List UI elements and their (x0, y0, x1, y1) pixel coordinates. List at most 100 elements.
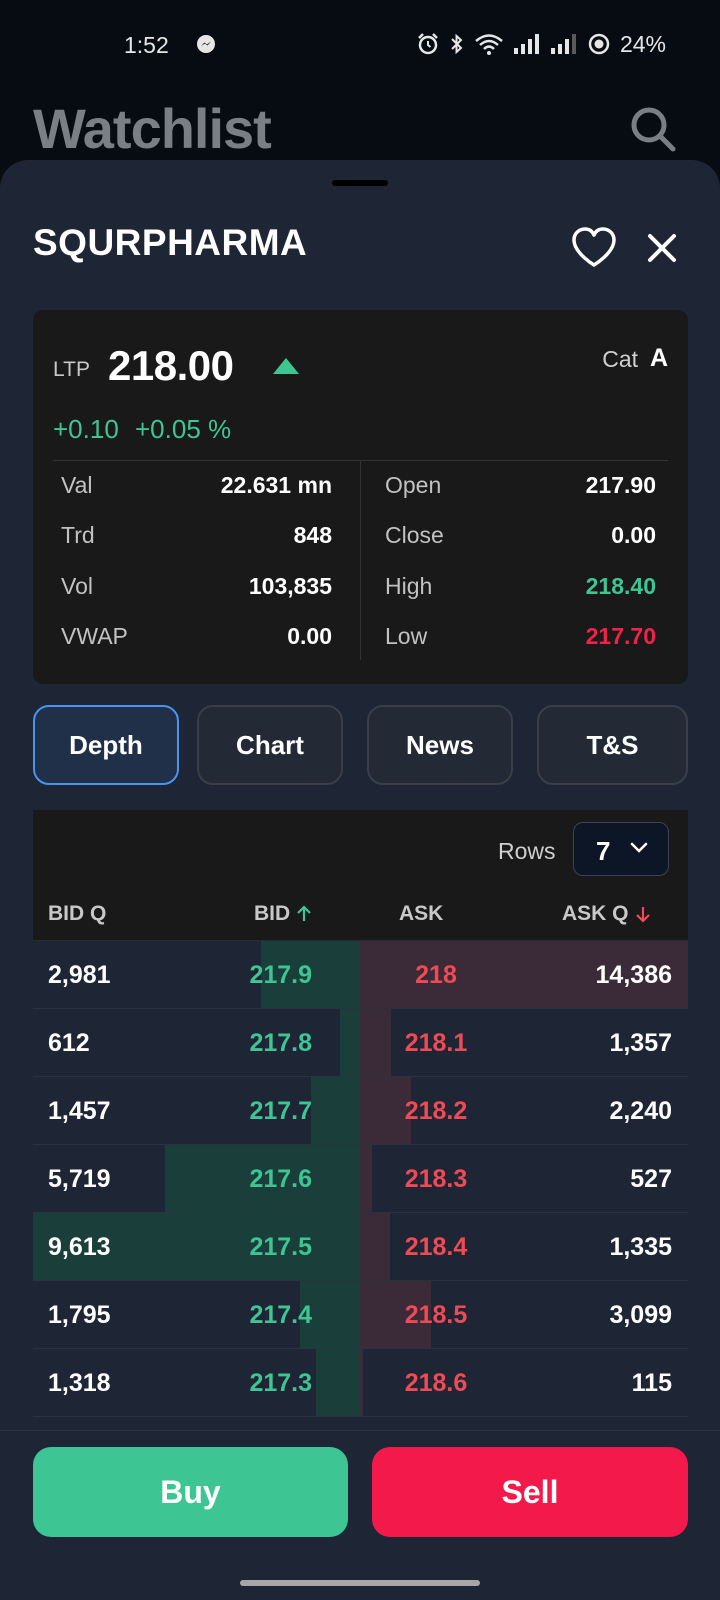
ask-price: 218.1 (404, 1029, 468, 1057)
ask-price: 218.4 (404, 1233, 468, 1261)
stat-trd: Trd 848 (61, 520, 332, 550)
header-ask-q[interactable]: ASK Q (562, 902, 651, 926)
stat-value: 103,835 (248, 572, 332, 599)
bid-price: 217.9 (249, 961, 312, 989)
stat-open: Open 217.90 (385, 470, 656, 500)
bid-price: 217.6 (249, 1165, 312, 1193)
ask-quantity: 14,386 (595, 961, 672, 989)
bid-quantity: 1,457 (48, 1097, 111, 1125)
depth-row[interactable]: 1,457 217.7 218.2 2,240 (33, 1077, 688, 1145)
heart-icon[interactable] (571, 226, 617, 270)
stat-value: 218.40 (585, 572, 656, 599)
bid-depth-bar (311, 1077, 361, 1144)
ask-price: 218.6 (404, 1369, 468, 1397)
divider (0, 1430, 720, 1431)
ask-price: 218.2 (404, 1097, 468, 1125)
stat-label: Trd (61, 521, 95, 548)
bid-quantity: 612 (48, 1029, 90, 1057)
stat-high: High 218.40 (385, 571, 656, 601)
ask-price: 218.5 (404, 1301, 468, 1329)
depth-row[interactable]: 612 217.8 218.1 1,357 (33, 1009, 688, 1077)
ltp-label: LTP (53, 358, 90, 381)
wifi-icon (474, 32, 504, 56)
bid-depth-bar (340, 1009, 361, 1076)
bid-price: 217.5 (249, 1233, 312, 1261)
header-bid-q[interactable]: BID Q (48, 902, 106, 926)
header-ask[interactable]: ASK (399, 902, 443, 926)
close-icon[interactable] (644, 230, 680, 266)
bid-price: 217.4 (249, 1301, 312, 1329)
quote-card: LTP 218.00 Cat A +0.10 +0.05 % Val 22.63… (33, 310, 688, 684)
bid-quantity: 9,613 (48, 1233, 111, 1261)
stat-val: Val 22.631 mn (61, 470, 332, 500)
header-bid[interactable]: BID (254, 902, 312, 926)
status-bar: 1:52 24% (0, 0, 720, 90)
ask-depth-bar (360, 1145, 372, 1212)
stat-vwap: VWAP 0.00 (61, 621, 332, 651)
messenger-icon (196, 34, 216, 54)
ask-quantity: 527 (630, 1165, 672, 1193)
search-icon[interactable] (628, 104, 678, 154)
stat-value: 0.00 (287, 622, 332, 649)
bluetooth-icon (449, 32, 465, 56)
market-depth: Rows 7 BID Q BID ASK ASK Q 2,981 217.9 2… (33, 810, 688, 1430)
header-label: ASK (399, 902, 444, 925)
tab-chart[interactable]: Chart (197, 705, 343, 785)
price-change: +0.10 (53, 414, 119, 444)
ltp-value: 218.00 (108, 342, 234, 389)
stat-value: 217.70 (585, 622, 656, 649)
ask-quantity: 115 (631, 1369, 672, 1397)
ask-price: 218.3 (404, 1165, 468, 1193)
watchlist-title: Watchlist (33, 97, 272, 160)
depth-row[interactable]: 1,318 217.3 218.6 115 (33, 1349, 688, 1417)
stat-value: 22.631 mn (220, 471, 332, 498)
bid-quantity: 5,719 (48, 1165, 111, 1193)
stat-label: Open (385, 471, 442, 498)
stat-close: Close 0.00 (385, 520, 656, 550)
arrow-down-icon (635, 907, 650, 923)
arrow-up-icon (297, 905, 311, 921)
ask-quantity: 3,099 (609, 1301, 672, 1329)
instrument-symbol: SQURPHARMA (33, 222, 308, 263)
bid-quantity: 1,318 (48, 1369, 111, 1397)
stat-value: 217.90 (585, 471, 656, 498)
depth-row[interactable]: 1,795 217.4 218.5 3,099 (33, 1281, 688, 1349)
tab-depth[interactable]: Depth (33, 705, 179, 785)
price-change-percent: +0.05 % (135, 414, 232, 444)
header-label: BID (254, 902, 291, 925)
bid-price: 217.7 (249, 1097, 312, 1125)
drag-handle[interactable] (332, 180, 388, 186)
category-value: A (649, 344, 668, 372)
signal-icon (550, 33, 578, 55)
tab-time-and-sales[interactable]: T&S (537, 705, 688, 785)
stat-label: Val (61, 471, 93, 498)
tab-news[interactable]: News (367, 705, 513, 785)
stat-value: 0.00 (611, 521, 656, 548)
ask-depth-bar (360, 1349, 363, 1416)
ask-quantity: 1,357 (609, 1029, 672, 1057)
stat-label: Close (385, 521, 444, 548)
depth-row[interactable]: 9,613 217.5 218.4 1,335 (33, 1213, 688, 1281)
bid-price: 217.3 (249, 1369, 312, 1397)
stat-value: 848 (293, 521, 332, 548)
battery-saver-icon (587, 32, 611, 56)
alarm-icon (416, 32, 440, 56)
home-indicator[interactable] (240, 1580, 480, 1586)
bid-depth-bar (316, 1349, 361, 1416)
depth-header: Rows 7 BID Q BID ASK ASK Q (33, 810, 688, 941)
stat-label: Vol (61, 572, 93, 599)
rows-select[interactable]: 7 (573, 822, 669, 876)
depth-row[interactable]: 5,719 217.6 218.3 527 (33, 1145, 688, 1213)
depth-row[interactable]: 2,981 217.9 218 14,386 (33, 941, 688, 1009)
chevron-down-icon (630, 842, 648, 853)
status-time: 1:52 (124, 32, 169, 58)
battery-percent: 24% (619, 30, 666, 57)
ask-price: 218 (415, 961, 457, 989)
bid-price: 217.8 (249, 1029, 312, 1057)
divider (360, 460, 361, 660)
buy-button[interactable]: Buy (33, 1447, 348, 1537)
instrument-sheet: SQURPHARMA LTP 218.00 Cat A +0.10 +0.05 … (0, 160, 720, 1600)
bid-quantity: 2,981 (48, 961, 111, 989)
stat-low: Low 217.70 (385, 621, 656, 651)
sell-button[interactable]: Sell (372, 1447, 688, 1537)
